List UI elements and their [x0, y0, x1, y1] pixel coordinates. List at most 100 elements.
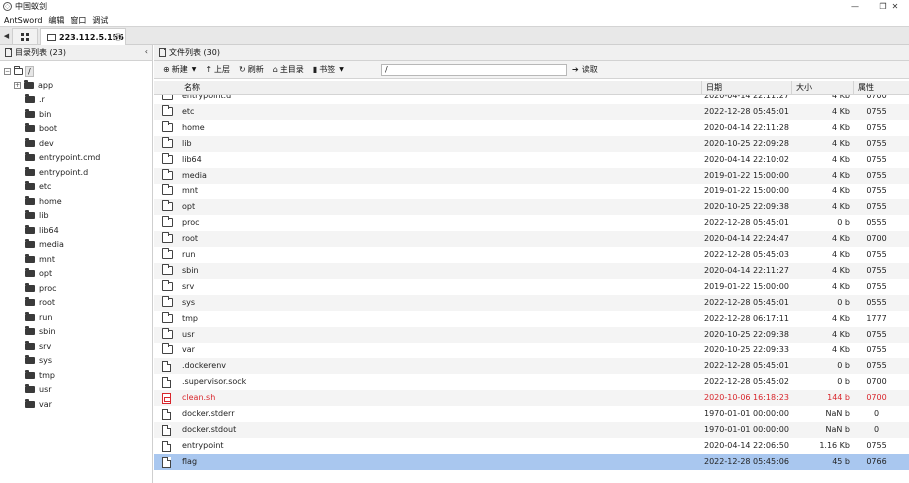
file-row[interactable]: sbin 2020-04-14 22:11:27 4 Kb 0755 [154, 262, 909, 279]
new-button[interactable]: ⊕ 新建 ▼ [163, 64, 196, 75]
minimize-button[interactable]: — [841, 0, 869, 13]
close-button[interactable]: ✕ [881, 0, 909, 13]
file-row[interactable]: .dockerenv 2022-12-28 05:45:01 0 b 0755 [154, 358, 909, 375]
tree-item[interactable]: lib [14, 210, 49, 222]
file-date: 2020-04-14 22:06:50 [704, 440, 789, 450]
tree-item[interactable]: sys [14, 355, 52, 367]
file-row[interactable]: docker.stdout 1970-01-01 00:00:00 NaN b 0 [154, 421, 909, 438]
file-row[interactable]: entrypoint.d 2020-04-14 22:11:27 4 Kb 0700 [154, 95, 909, 104]
tree-item-label: usr [39, 385, 52, 394]
file-row[interactable]: lib64 2020-04-14 22:10:02 4 Kb 0755 [154, 152, 909, 168]
tree-item[interactable]: var [14, 398, 52, 410]
tree-item[interactable]: usr [14, 384, 52, 396]
file-row[interactable]: tmp 2022-12-28 06:17:11 4 Kb 1777 [154, 311, 909, 327]
column-attr[interactable]: 属性 [854, 81, 909, 95]
file-row[interactable]: clean.sh 2020-10-06 16:18:23 144 b 0700 [154, 390, 909, 407]
file-row[interactable]: srv 2019-01-22 15:00:00 4 Kb 0755 [154, 279, 909, 295]
tab-scroll-left-icon[interactable]: ◀ [1, 29, 12, 43]
file-name: clean.sh [182, 393, 216, 403]
file-row[interactable]: lib 2020-10-25 22:09:28 4 Kb 0755 [154, 135, 909, 152]
menu-window[interactable]: 窗口 [67, 15, 89, 26]
file-row[interactable]: usr 2020-10-25 22:09:38 4 Kb 0755 [154, 326, 909, 343]
file-date: 2019-01-22 15:00:00 [704, 186, 789, 196]
tree-item-label: entrypoint.cmd [39, 153, 101, 162]
file-date: 2022-12-28 05:45:01 [704, 218, 789, 228]
bookmark-button[interactable]: ▮ 书签 ▼ [313, 64, 344, 75]
column-date[interactable]: 日期 [702, 81, 792, 95]
folder-icon [25, 152, 35, 161]
file-attr: 0555 [866, 218, 887, 228]
tree-item[interactable]: run [14, 311, 52, 323]
file-size: 4 Kb [832, 95, 850, 100]
tree-item[interactable]: dev [14, 137, 54, 149]
refresh-button[interactable]: ↻ 刷新 [239, 64, 264, 75]
tree-item[interactable]: entrypoint.cmd [14, 152, 100, 164]
file-row[interactable]: run 2022-12-28 05:45:03 4 Kb 0755 [154, 247, 909, 263]
tree-item[interactable]: boot [14, 123, 57, 135]
tree-item[interactable]: sbin [14, 326, 56, 338]
home-dir-button[interactable]: ⌂ 主目录 [273, 64, 304, 75]
tab-close-icon[interactable]: × [114, 33, 122, 41]
tree-item[interactable]: tmp [14, 369, 55, 381]
tree-item[interactable]: opt [14, 268, 52, 280]
tree-item-label: tmp [39, 370, 56, 380]
file-row[interactable]: proc 2022-12-28 05:45:01 0 b 0555 [154, 215, 909, 231]
tree-item-label: lib64 [39, 225, 59, 235]
tree-item[interactable]: etc [14, 181, 51, 193]
file-attr: 0755 [866, 138, 887, 148]
file-row[interactable]: var 2020-10-25 22:09:33 4 Kb 0755 [154, 342, 909, 358]
menu-bar: AntSword 编辑 窗口 调试 [0, 14, 909, 26]
tree-item[interactable]: + app [14, 79, 53, 91]
file-date: 2022-12-28 06:17:11 [704, 313, 789, 323]
tree-item[interactable]: srv [14, 340, 51, 352]
tree-toggle-slot [14, 342, 22, 350]
folder-icon [25, 108, 35, 118]
tab-shell-session[interactable]: 223.112.5.156 × [40, 28, 126, 45]
file-attr: 0755 [866, 154, 887, 164]
tab-home[interactable] [12, 28, 38, 44]
file-row[interactable]: .supervisor.sock 2022-12-28 05:45:02 0 b 07… [154, 374, 909, 390]
file-row[interactable]: sys 2022-12-28 05:45:01 0 b 0555 [154, 294, 909, 311]
file-row[interactable]: docker.stderr 1970-01-01 00:00:00 NaN b 0 [154, 406, 909, 422]
tree-item-label: var [39, 399, 52, 409]
read-button[interactable]: ➔ 读取 [572, 64, 598, 75]
tree-item[interactable]: bin [14, 108, 51, 120]
tree-item[interactable]: media [14, 239, 64, 251]
tree-item[interactable]: proc [14, 282, 56, 294]
file-name: .supervisor.sock [182, 377, 247, 387]
column-size[interactable]: 大小 [792, 81, 854, 95]
tree-toggle-slot [14, 183, 22, 191]
tree-item[interactable]: root [14, 297, 55, 309]
tree-item[interactable]: .r [14, 94, 45, 106]
tree-item[interactable]: mnt [14, 253, 55, 265]
folder-icon [25, 195, 35, 205]
menu-debug[interactable]: 调试 [89, 15, 111, 26]
file-row[interactable]: opt 2020-10-25 22:09:38 4 Kb 0755 [154, 199, 909, 216]
file-icon [162, 361, 171, 373]
file-row[interactable]: mnt 2019-01-22 15:00:00 4 Kb 0755 [154, 183, 909, 199]
folder-icon [162, 136, 173, 148]
file-row[interactable]: etc 2022-12-28 05:45:01 4 Kb 0755 [154, 103, 909, 120]
tree-root[interactable]: − / [4, 65, 34, 77]
tree-item[interactable]: home [14, 195, 62, 207]
column-name[interactable]: 名称 [154, 81, 702, 95]
file-row[interactable]: root 2020-04-14 22:24:47 4 Kb 0700 [154, 231, 909, 248]
up-button[interactable]: ↑ 上层 [205, 64, 230, 75]
collapse-panel-button[interactable]: ‹ [145, 47, 148, 56]
file-date: 2020-10-25 22:09:28 [704, 138, 789, 148]
file-date: 2020-04-14 22:11:27 [704, 95, 789, 100]
tree-item[interactable]: entrypoint.d [14, 166, 88, 178]
folder-icon [162, 311, 173, 323]
tree-item[interactable]: lib64 [14, 224, 59, 236]
expand-toggle-icon[interactable]: + [14, 81, 21, 89]
path-input[interactable]: / [381, 64, 567, 76]
file-row[interactable]: home 2020-04-14 22:11:28 4 Kb 0755 [154, 120, 909, 136]
file-name: entrypoint.d [182, 95, 232, 100]
collapse-toggle-icon[interactable]: − [4, 67, 11, 75]
file-row[interactable]: entrypoint 2020-04-14 22:06:50 1.16 Kb 0755 [154, 438, 909, 454]
file-row[interactable]: media 2019-01-22 15:00:00 4 Kb 0755 [154, 167, 909, 184]
folder-icon [162, 152, 173, 164]
menu-antsword[interactable]: AntSword [0, 16, 45, 25]
file-row[interactable]: flag 2022-12-28 05:45:06 45 b 0766 [154, 453, 909, 470]
menu-edit[interactable]: 编辑 [45, 15, 67, 26]
